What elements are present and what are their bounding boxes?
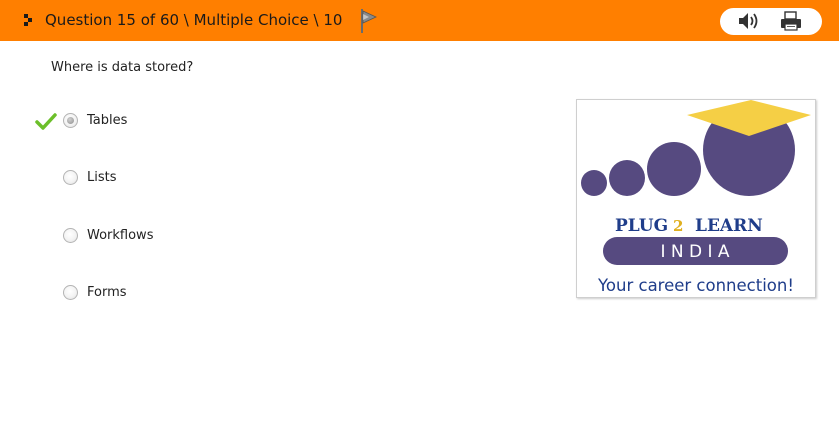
flag-icon[interactable] <box>360 9 378 33</box>
option-workflows[interactable]: Workflows <box>63 227 283 247</box>
option-label: Workflows <box>87 228 154 243</box>
radio-button[interactable] <box>63 113 78 128</box>
checkmark-icon <box>35 113 57 130</box>
logo-learn-text: LEARN <box>695 216 763 236</box>
logo-tagline: Your career connection! <box>597 276 794 295</box>
option-label: Forms <box>87 285 127 300</box>
question-title: Question 15 of 60 \ Multiple Choice \ 10 <box>45 11 343 29</box>
radio-button[interactable] <box>63 170 78 185</box>
option-label: Tables <box>87 113 128 128</box>
option-lists[interactable]: Lists <box>63 169 283 189</box>
logo-india-text: I N D I A <box>660 242 729 262</box>
radio-button[interactable] <box>63 228 78 243</box>
question-header-bar: Question 15 of 60 \ Multiple Choice \ 10 <box>0 0 839 41</box>
printer-icon[interactable] <box>779 11 803 31</box>
question-image: PLUG 2 LEARN I N D I A Your career conne… <box>576 99 816 298</box>
logo-two-text: 2 <box>673 217 683 235</box>
radio-button[interactable] <box>63 285 78 300</box>
logo-plug-text: PLUG <box>615 216 668 236</box>
option-forms[interactable]: Forms <box>63 284 283 304</box>
drag-handle-icon[interactable] <box>22 13 36 27</box>
option-label: Lists <box>87 170 117 185</box>
question-text: Where is data stored? <box>51 60 194 75</box>
plug2learn-logo: PLUG 2 LEARN I N D I A Your career conne… <box>581 100 811 295</box>
speaker-icon[interactable] <box>737 11 761 31</box>
option-tables[interactable]: Tables <box>63 112 283 132</box>
header-tools <box>720 8 822 35</box>
